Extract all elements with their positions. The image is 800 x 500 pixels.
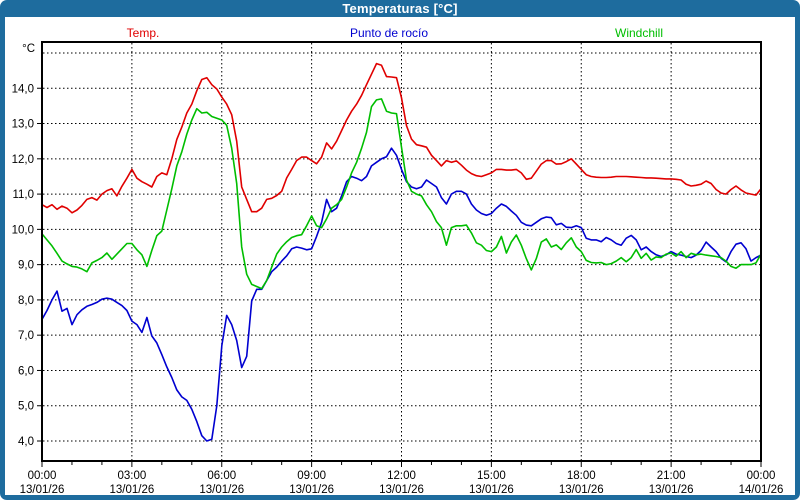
- window-title: Temperaturas [°C]: [342, 1, 457, 16]
- x-tick-time-label: 18:00: [567, 470, 596, 482]
- window-border-right: [795, 17, 800, 500]
- x-tick-time-label: 15:00: [477, 470, 506, 482]
- legend-label-dewpoint: Punto de rocío: [350, 26, 428, 40]
- x-tick-time-label: 12:00: [387, 470, 416, 482]
- y-tick-label: 4,0: [18, 436, 34, 448]
- y-tick-label: 12,0: [12, 154, 34, 166]
- y-tick-label: 9,0: [18, 260, 34, 272]
- y-tick-label: 6,0: [18, 365, 34, 377]
- y-tick-label: 7,0: [18, 330, 34, 342]
- x-tick-time-label: 09:00: [297, 470, 326, 482]
- x-tick-time-label: 00:00: [28, 470, 57, 482]
- x-tick-time-label: 06:00: [207, 470, 236, 482]
- y-axis-unit-label: °C: [22, 43, 35, 55]
- y-tick-label: 11,0: [12, 189, 34, 201]
- legend-label-temp: Temp.: [127, 26, 160, 40]
- weather-app-window: 14,0 13,0 12,0 11,0 10,0 9,0 8,0 7,0 6,0 5,0 4,0 °C…: [0, 0, 800, 500]
- y-tick-label: 8,0: [18, 295, 34, 307]
- temperature-chart: 14,0 13,0 12,0 11,0 10,0 9,0 8,0 7,0 6,0 5,0 4,0 °C…: [0, 0, 800, 500]
- y-tick-label: 14,0: [12, 83, 34, 95]
- x-tick-time-label: 00:00: [747, 470, 776, 482]
- x-tick-time-label: 21:00: [657, 470, 686, 482]
- y-tick-label: 10,0: [12, 224, 34, 236]
- title-bar: Temperaturas [°C]: [0, 0, 800, 17]
- x-tick-time-label: 03:00: [117, 470, 146, 482]
- legend-label-windchill: Windchill: [615, 26, 663, 40]
- window-border-bottom: [0, 495, 800, 500]
- window-border-left: [0, 17, 5, 500]
- y-tick-label: 13,0: [12, 119, 34, 131]
- y-tick-label: 5,0: [18, 401, 34, 413]
